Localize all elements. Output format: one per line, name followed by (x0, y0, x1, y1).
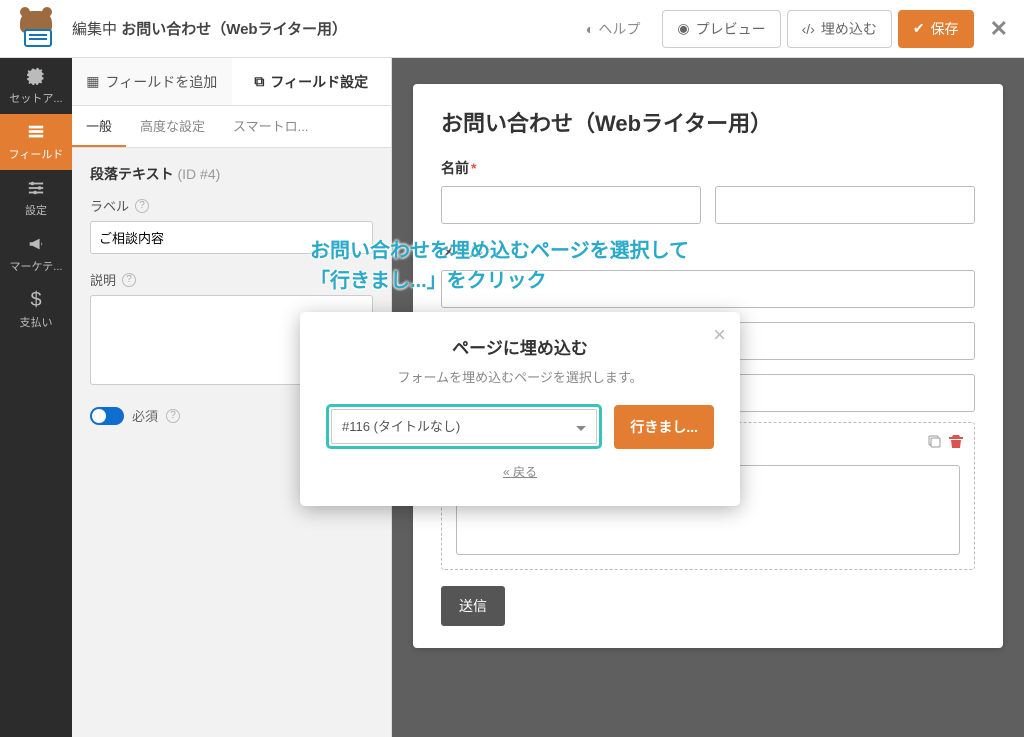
megaphone-icon (26, 234, 46, 254)
modal-close-button[interactable]: × (713, 322, 726, 348)
nav-settings[interactable]: 設定 (0, 170, 72, 226)
preview-button[interactable]: ◉プレビュー (662, 10, 780, 48)
duplicate-icon[interactable] (926, 433, 942, 449)
nav-setup[interactable]: セットア... (0, 58, 72, 114)
modal-subtitle: フォームを埋め込むページを選択します。 (326, 367, 714, 386)
sliders-icon: ⧉ (254, 73, 264, 90)
nav-fields[interactable]: フィールド (0, 114, 72, 170)
last-name-input[interactable] (715, 186, 975, 224)
go-button[interactable]: 行きまし... (614, 405, 714, 449)
subtab-smart[interactable]: スマートロ... (219, 106, 322, 147)
email-input[interactable] (441, 270, 975, 308)
fields-icon (26, 122, 46, 142)
subtab-general[interactable]: 一般 (72, 106, 126, 147)
help-icon[interactable]: ? (166, 409, 180, 423)
dollar-icon: $ (26, 290, 46, 310)
first-name-input[interactable] (441, 186, 701, 224)
help-icon: ◐ (586, 21, 594, 37)
modal-title: ページに埋め込む (326, 334, 714, 359)
top-bar: 編集中 お問い合わせ（Webライター用） ◐ヘルプ ◉プレビュー ‹/›埋め込む… (0, 0, 1024, 58)
field-name-label: 名前* (441, 158, 975, 178)
page-select-highlight: #116 (タイトルなし) (326, 404, 602, 449)
code-icon: ‹/› (802, 21, 815, 37)
wpforms-logo (16, 9, 56, 49)
subtab-advanced[interactable]: 高度な設定 (126, 106, 219, 147)
label-row: ラベル? (90, 196, 373, 215)
description-row: 説明? (90, 270, 373, 289)
back-link[interactable]: « 戻る (326, 463, 714, 480)
check-icon: ✔ (913, 20, 925, 37)
required-toggle[interactable] (90, 407, 124, 425)
grid-icon: ▦ (86, 73, 99, 90)
nav-marketing[interactable]: マーケテ... (0, 226, 72, 282)
tab-field-settings[interactable]: ⧉フィールド設定 (232, 58, 392, 105)
eye-icon: ◉ (677, 20, 689, 37)
left-nav: セットア... フィールド 設定 マーケテ... $支払い (0, 58, 72, 737)
field-email-label: メール* (441, 242, 975, 262)
label-input[interactable] (90, 221, 373, 254)
gear-icon (26, 66, 46, 86)
save-button[interactable]: ✔保存 (898, 10, 974, 48)
form-title-header: 編集中 お問い合わせ（Webライター用） (72, 18, 586, 39)
sliders-icon (26, 178, 46, 198)
close-builder-button[interactable]: ✕ (990, 16, 1008, 42)
page-select[interactable]: #116 (タイトルなし) (331, 409, 597, 444)
help-icon[interactable]: ? (122, 273, 136, 287)
help-icon[interactable]: ? (135, 199, 149, 213)
trash-icon[interactable] (948, 433, 964, 449)
submit-button[interactable]: 送信 (441, 586, 505, 626)
help-link[interactable]: ◐ヘルプ (586, 19, 640, 39)
nav-payment[interactable]: $支払い (0, 282, 72, 338)
form-preview-title: お問い合わせ（Webライター用） (441, 106, 975, 138)
tab-add-fields[interactable]: ▦フィールドを追加 (72, 58, 232, 105)
field-type-header: 段落テキスト (ID #4) (90, 164, 373, 184)
embed-button[interactable]: ‹/›埋め込む (787, 10, 892, 48)
embed-modal: × ページに埋め込む フォームを埋め込むページを選択します。 #116 (タイト… (300, 312, 740, 506)
